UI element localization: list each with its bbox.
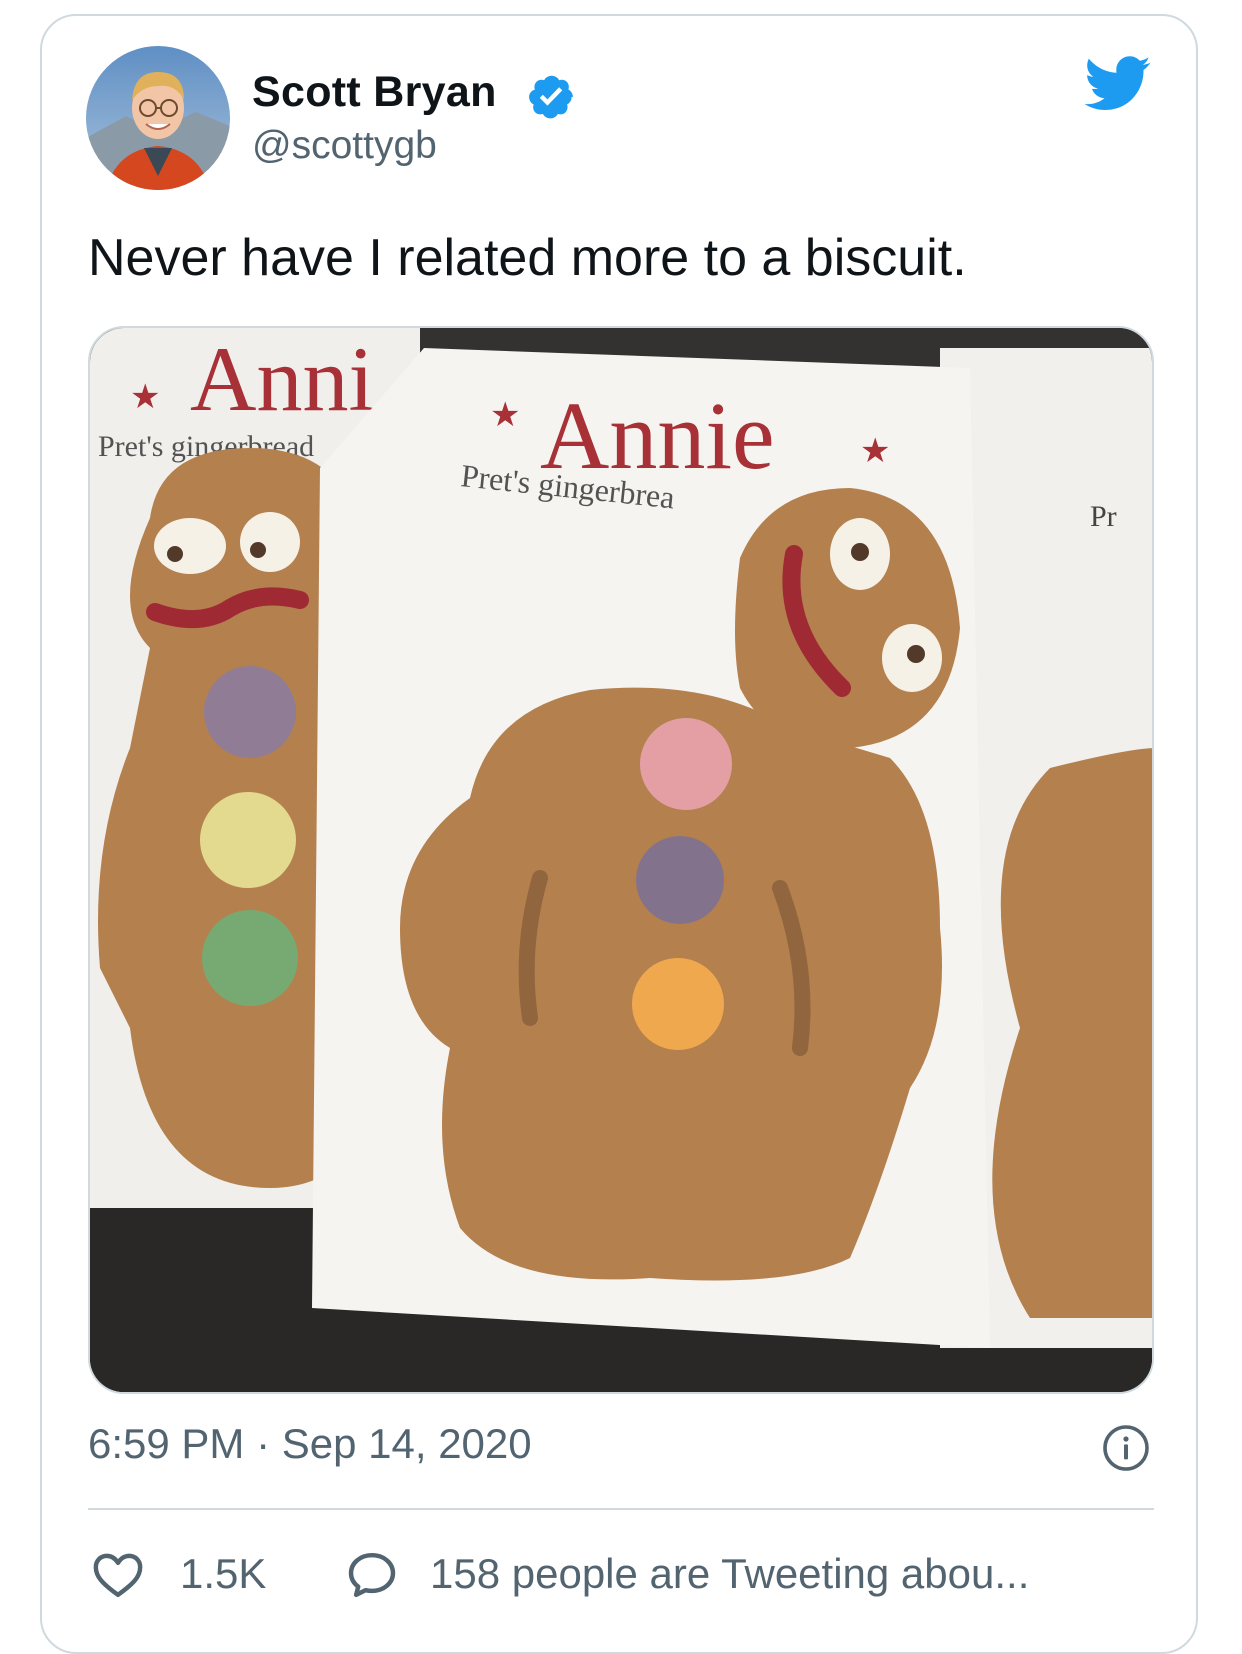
tweet-text: Never have I related more to a biscuit. — [88, 229, 967, 287]
divider — [88, 1508, 1154, 1510]
verified-badge-icon — [526, 71, 576, 121]
like-count[interactable]: 1.5K — [180, 1550, 266, 1598]
heart-icon[interactable] — [90, 1547, 146, 1603]
avatar[interactable] — [86, 46, 230, 190]
avatar-image — [86, 46, 230, 190]
author-display-name[interactable]: Scott Bryan — [252, 68, 497, 117]
info-icon[interactable] — [1102, 1424, 1150, 1472]
tweet-photo[interactable]: Pr ★ Anni Pret's gingerbread ★ Annie ★ P… — [88, 326, 1154, 1394]
speech-bubble-icon[interactable] — [344, 1547, 400, 1603]
people-tweeting-link[interactable]: 158 people are Tweeting abou... — [430, 1550, 1029, 1598]
photo-gingerbread-packages: Pr ★ Anni Pret's gingerbread ★ Annie ★ P… — [90, 328, 1152, 1392]
tweet-timestamp[interactable]: 6:59 PM · Sep 14, 2020 — [88, 1420, 532, 1468]
author-handle[interactable]: @scottygb — [252, 124, 437, 168]
twitter-bird-icon[interactable] — [1084, 56, 1152, 112]
